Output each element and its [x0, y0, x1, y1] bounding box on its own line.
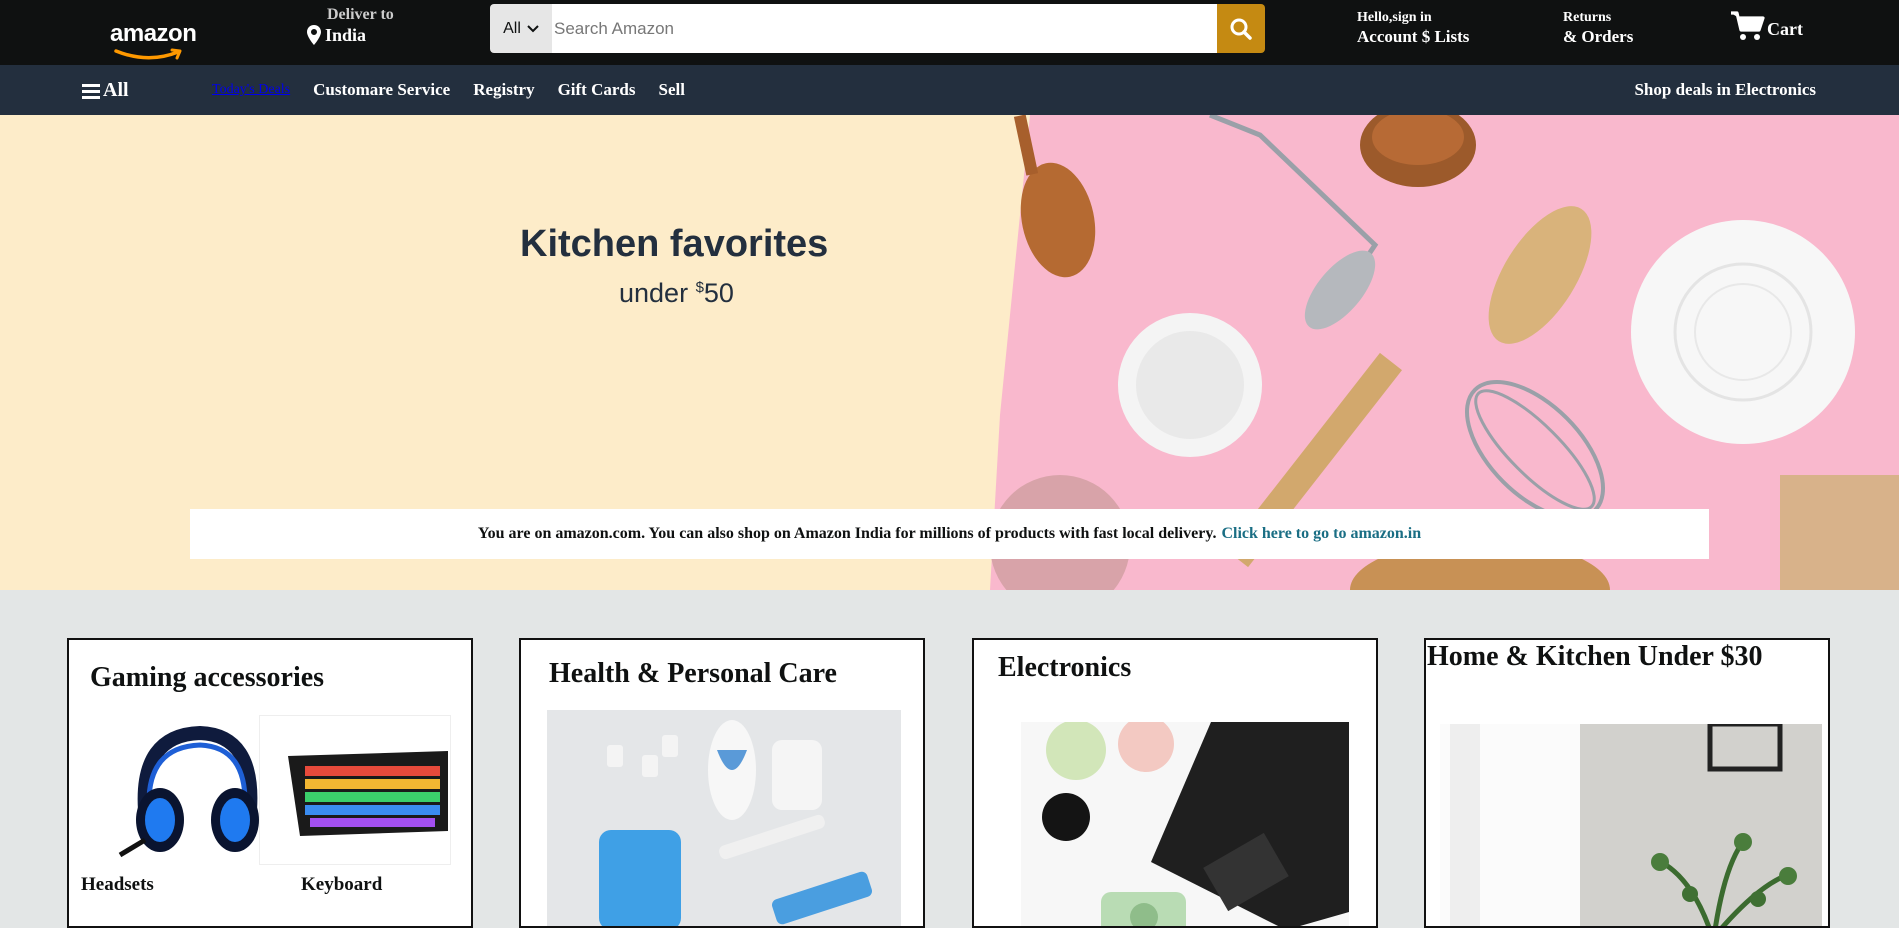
hero-subtitle-amount: 50 — [703, 278, 734, 308]
locale-notice: You are on amazon.com. You can also shop… — [190, 509, 1709, 559]
returns-label: Returns — [1563, 10, 1612, 25]
amazon-in-link[interactable]: Click here to go to amazon.in — [1221, 525, 1421, 543]
subnav-link-gift-cards[interactable]: Gift Cards — [558, 80, 636, 100]
location-pin-icon — [307, 25, 321, 45]
cart-button[interactable]: Cart — [1731, 10, 1803, 42]
account-lists[interactable]: Hello,sign in Account $ Lists — [1357, 10, 1469, 48]
search-category-label: All — [503, 19, 521, 37]
card-gaming-accessories[interactable]: Gaming accessories Headsets Keyboard — [67, 638, 473, 928]
hamburger-icon — [82, 83, 100, 99]
deliver-to[interactable]: Deliver to India — [307, 6, 394, 46]
headset-image[interactable] — [105, 715, 265, 865]
shop-deals-electronics-link[interactable]: Shop deals in Electronics — [1634, 80, 1816, 100]
hero-subtitle-currency: $ — [695, 279, 704, 296]
card-title: Health & Personal Care — [549, 658, 837, 689]
home-kitchen-image[interactable] — [1440, 724, 1822, 926]
search-input[interactable] — [552, 4, 1217, 53]
health-care-image[interactable] — [547, 710, 901, 926]
logo-text: amazon — [110, 20, 197, 47]
laptop-camera-icon — [1021, 722, 1349, 926]
card-title: Gaming accessories — [90, 662, 325, 693]
card-item-label[interactable]: Headsets — [81, 874, 154, 896]
card-home-kitchen-under-30[interactable]: Home & Kitchen Under $30 — [1424, 638, 1830, 928]
cart-label: Cart — [1767, 19, 1803, 39]
amazon-smile-icon — [114, 48, 182, 60]
all-menu-button[interactable]: All — [82, 79, 129, 102]
account-greeting: Hello,sign in — [1357, 10, 1432, 25]
deliver-to-label: Deliver to — [327, 6, 394, 23]
card-title: Home & Kitchen Under $30 — [1427, 641, 1763, 672]
search-bar: All — [490, 4, 1265, 53]
amazon-logo[interactable]: amazon — [110, 20, 200, 60]
subnav-link-sell[interactable]: Sell — [659, 80, 685, 100]
returns-orders[interactable]: Returns & Orders — [1563, 10, 1633, 48]
card-item-label[interactable]: Keyboard — [301, 874, 382, 896]
search-icon — [1230, 18, 1252, 40]
cart-icon — [1731, 11, 1765, 40]
card-title: Electronics — [998, 652, 1132, 683]
card-electronics[interactable]: Electronics — [972, 638, 1378, 928]
delivery-location: India — [325, 25, 367, 45]
toiletries-icon — [547, 710, 901, 926]
chevron-down-icon — [527, 24, 539, 32]
account-label: Account $ Lists — [1357, 27, 1470, 46]
hero-subtitle: under $50 — [619, 278, 734, 309]
hero-title: Kitchen favorites — [520, 223, 829, 265]
houseplant-icon — [1440, 724, 1822, 926]
hero-subtitle-prefix: under — [619, 278, 696, 308]
locale-notice-text: You are on amazon.com. You can also shop… — [477, 525, 1217, 542]
search-category-select[interactable]: All — [490, 4, 552, 53]
subnav-link-registry[interactable]: Registry — [473, 80, 534, 100]
headset-icon — [118, 725, 259, 858]
secondary-navbar: All Today's Deals Customare Service Regi… — [0, 65, 1899, 115]
search-button[interactable] — [1217, 4, 1265, 53]
electronics-image[interactable] — [1021, 722, 1349, 926]
orders-label: & Orders — [1563, 27, 1634, 46]
all-label: All — [103, 79, 129, 101]
subnav-link-todays-deals[interactable]: Today's Deals — [212, 80, 290, 100]
keyboard-icon — [288, 751, 448, 836]
keyboard-image[interactable] — [259, 715, 451, 865]
subnav-link-customer-service[interactable]: Customare Service — [313, 80, 450, 100]
card-health-personal-care[interactable]: Health & Personal Care — [519, 638, 925, 928]
top-navbar: amazon Deliver to India All Search Amazo… — [0, 0, 1899, 65]
subnav-links: Today's Deals Customare Service Registry… — [212, 80, 685, 100]
